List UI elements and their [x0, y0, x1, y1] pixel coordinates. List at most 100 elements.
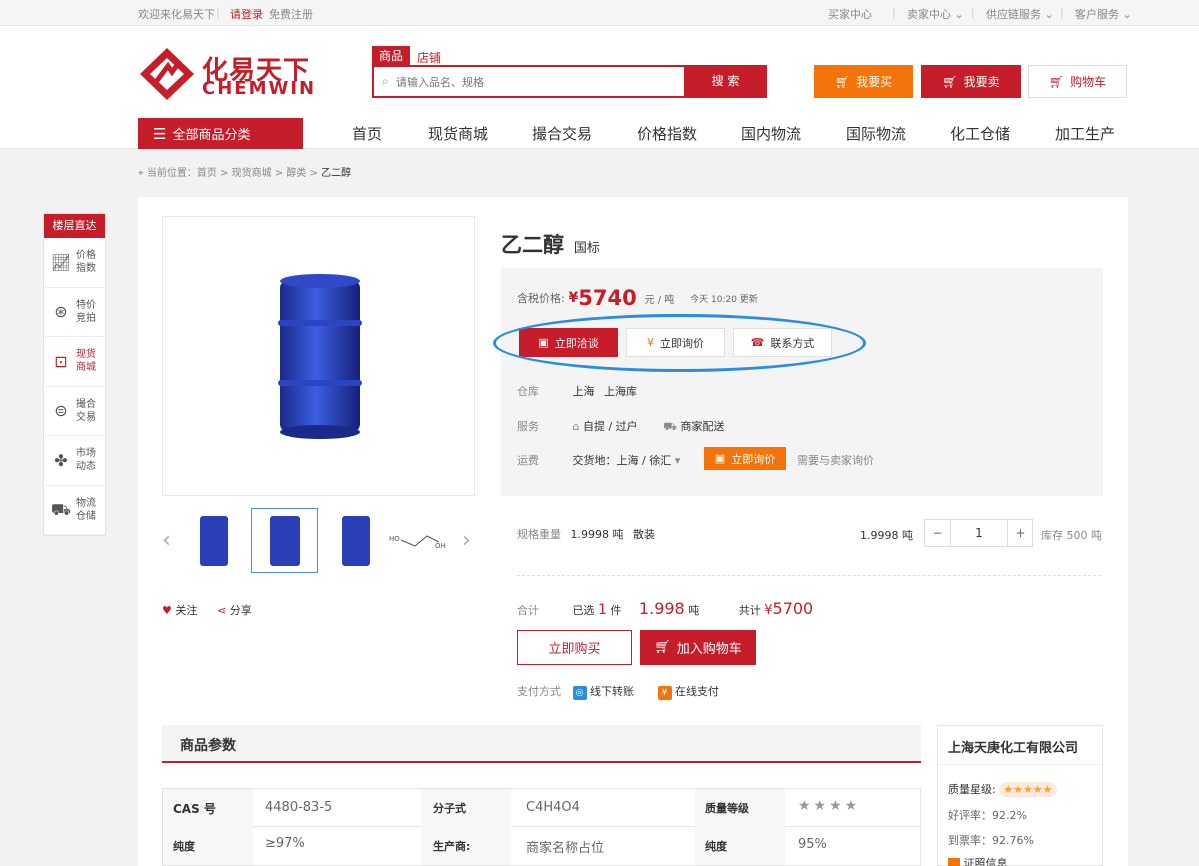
cart-button[interactable]: 🛒︎ 购物车 — [1028, 65, 1127, 98]
floor-nav-label: 特价 竞拍 — [76, 299, 96, 324]
search-tab-shop[interactable]: 店铺 — [417, 49, 441, 66]
thumb-2-selected[interactable] — [251, 508, 318, 573]
total-currency: ¥ — [764, 603, 773, 618]
all-categories-label: 全部商品分类 — [172, 128, 251, 143]
share-icon: ⋖ — [217, 604, 227, 617]
floor-nav-item[interactable]: ⊡ 现货 商城 — [44, 337, 105, 387]
floor-nav-item[interactable]: 📈︎ 价格 指数 — [44, 238, 105, 288]
lock-icon: ⌂ — [572, 420, 580, 433]
formula-ho: HO — [389, 535, 400, 543]
floor-nav-item[interactable]: ⊛ 特价 竞拍 — [44, 288, 105, 337]
param-value: C4H4O4 — [526, 800, 580, 815]
nav-warehouse[interactable]: 化工仓储 — [950, 123, 1010, 144]
breadcrumb-home[interactable]: 首页 — [197, 168, 217, 179]
i-want-sell-button[interactable]: 🛒︎ 我要卖 — [921, 65, 1021, 98]
plus-button[interactable]: + — [1007, 520, 1033, 546]
thumb-1[interactable] — [186, 510, 242, 572]
spec-pack: 散装 — [633, 528, 655, 541]
nav-processing[interactable]: 加工生产 — [1055, 123, 1115, 144]
quantity-input[interactable]: 1 — [951, 520, 1007, 546]
product-main-image[interactable] — [162, 216, 475, 496]
spec-row: 规格重量 1.9998 吨 散装 — [517, 526, 655, 542]
thumb-prev-icon[interactable]: ‹ — [162, 528, 171, 553]
license-link[interactable]: 证照信息 — [948, 855, 1008, 866]
payment-offline: 线下转账 — [590, 685, 634, 698]
dropdown-caret-icon[interactable]: ▾ — [675, 454, 681, 467]
total-count: 1 — [598, 602, 607, 618]
table-row: 纯度 ≥97% 生产商: 商家名称占位 纯度 95% — [163, 827, 920, 865]
freight-inquiry-button[interactable]: ▣ 立即询价 — [704, 447, 786, 470]
unit-weight: 1.9998 吨 — [860, 529, 913, 542]
params-title: 商品参数 — [180, 738, 236, 754]
buy-now-button[interactable]: 立即购买 — [517, 630, 632, 665]
bank-icon: ◎ — [572, 686, 587, 700]
chevron-down-icon: ⌄ — [1044, 8, 1054, 21]
supply-service-link[interactable]: 供应链服务 ⌄ — [986, 6, 1054, 22]
location-pin-icon: ⌖ — [138, 168, 144, 179]
service-pickup: 自提 / 过户 — [582, 420, 638, 433]
search-tab-goods[interactable]: 商品 — [372, 46, 410, 66]
total-label: 合计 — [517, 604, 539, 617]
quantity-stepper: − 1 + — [924, 519, 1033, 547]
ticket-rate: 到票率：92.76% — [948, 834, 1034, 847]
total-sum: 5700 — [772, 599, 814, 618]
floor-nav-label: 撮合 交易 — [76, 398, 96, 423]
breadcrumb-mall[interactable]: 现货商城 — [232, 168, 272, 179]
params-table: CAS 号 4480-83-5 分子式 C4H4O4 质量等级 ★★★★ 纯度 … — [162, 788, 921, 866]
thumb-next-icon[interactable]: › — [462, 528, 471, 553]
floor-nav-item[interactable]: ⊜ 撮合 交易 — [44, 387, 105, 436]
seller-center-link[interactable]: 卖家中心 ⌄ — [907, 6, 964, 22]
register-link[interactable]: 免费注册 — [269, 6, 313, 22]
floor-nav-item[interactable]: ⛟ 物流 仓储 — [44, 486, 105, 535]
nav-matching[interactable]: 撮合交易 — [532, 123, 592, 144]
good-rate: 好评率：92.2% — [948, 809, 1027, 822]
price-updated: 今天 10:20 更新 — [690, 294, 758, 305]
share-button[interactable]: ⋖ 分享 — [217, 602, 252, 618]
top-bar: 欢迎来化易天下 | 请登录 免费注册 买家中心 | 卖家中心 ⌄ | 供应链服务… — [0, 0, 1199, 26]
add-to-cart-button[interactable]: 🛒︎ 加入购物车 — [640, 630, 756, 665]
i-want-buy-button[interactable]: 🛒︎ 我要买 — [814, 65, 913, 98]
total-piece: 件 — [610, 604, 622, 617]
table-row: CAS 号 4480-83-5 分子式 C4H4O4 质量等级 ★★★★ — [163, 789, 920, 827]
license-icon — [948, 858, 960, 866]
search-input[interactable] — [396, 70, 681, 94]
follow-button[interactable]: ♥ 关注 — [162, 602, 197, 618]
floor-nav-item[interactable]: ✤ 市场 动态 — [44, 436, 105, 486]
nav-intl-logistics[interactable]: 国际物流 — [846, 123, 906, 144]
welcome-text: 欢迎来化易天下 — [138, 8, 215, 21]
nav-price-index[interactable]: 价格指数 — [637, 123, 697, 144]
i-want-buy-label: 我要买 — [856, 75, 893, 89]
cart-plus-icon: 🛒︎ — [942, 74, 958, 89]
minus-button[interactable]: − — [925, 520, 951, 546]
company-name[interactable]: 上海天庚化工有限公司 — [948, 737, 1078, 756]
seller-center-label: 卖家中心 — [907, 8, 951, 21]
all-categories-button[interactable]: ☰ 全部商品分类 — [138, 118, 303, 149]
param-key: 纯度 — [173, 840, 195, 853]
payment-online: 在线支付 — [675, 685, 719, 698]
param-value: 4480-83-5 — [265, 800, 333, 815]
rating-stars: ★★★★★ — [999, 782, 1057, 797]
warehouse-city: 上海 — [572, 385, 595, 398]
customer-service-link[interactable]: 客户服务 ⌄ — [1075, 6, 1132, 22]
search-box: ⌕ 搜 索 — [372, 65, 767, 98]
thumb-3[interactable] — [328, 510, 384, 572]
logo-mark-icon — [140, 48, 194, 100]
exchange-icon: ⊜ — [54, 401, 68, 421]
service-delivery: 商家配送 — [680, 420, 725, 433]
breadcrumb-category[interactable]: 醇类 — [286, 168, 306, 179]
company-card: 上海天庚化工有限公司 质量星级: ★★★★★ 好评率：92.2% 到票率：92.… — [937, 725, 1103, 866]
buyer-center-link[interactable]: 买家中心 — [828, 6, 872, 22]
search-button[interactable]: 搜 索 — [684, 65, 767, 98]
auction-icon: ⊛ — [54, 302, 68, 322]
nav-home[interactable]: 首页 — [352, 123, 382, 144]
nav-domestic-logistics[interactable]: 国内物流 — [741, 123, 801, 144]
nav-spot-mall[interactable]: 现货商城 — [428, 123, 488, 144]
cart-icon: 🛒︎ — [654, 640, 671, 655]
thumb-4-structure[interactable]: HO OH — [389, 528, 451, 554]
param-key: 纯度 — [705, 840, 727, 853]
logo[interactable]: 化易天下 CHEMWIN — [138, 46, 328, 102]
login-link[interactable]: 请登录 — [230, 6, 263, 22]
total-row: 合计 已选 1 件 1.998 吨 共计 ¥5700 — [517, 599, 813, 618]
spec-weight: 1.9998 吨 — [570, 528, 624, 541]
search-icon: ⌕ — [382, 74, 389, 88]
